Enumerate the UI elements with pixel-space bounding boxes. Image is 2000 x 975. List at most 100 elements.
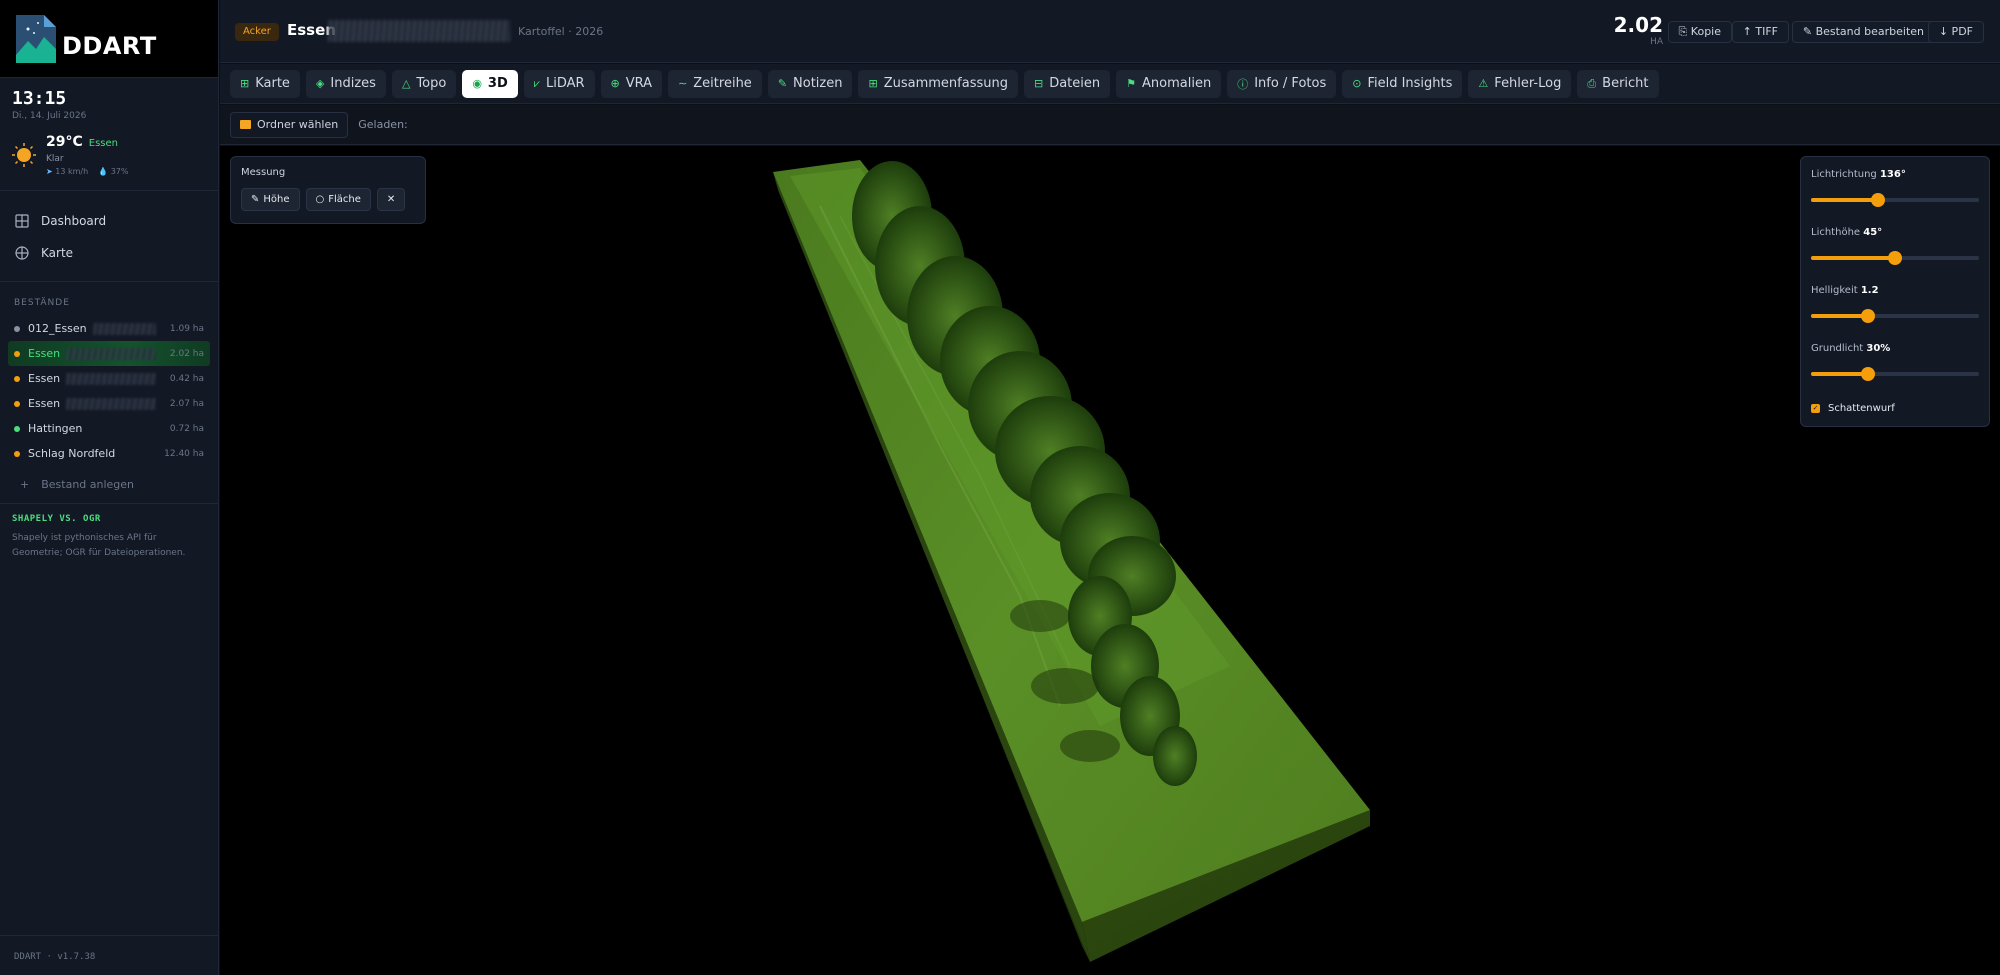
tab-label: Info / Fotos <box>1254 76 1327 91</box>
slider-handle[interactable] <box>1861 309 1876 323</box>
tab-zeitreihe[interactable]: ∼ Zeitreihe <box>668 69 762 98</box>
weather-wind: 13 km/h <box>55 167 89 176</box>
nav-item-label: Dashboard <box>41 214 107 228</box>
tab-icon: ⓘ <box>1237 77 1249 91</box>
stand-item[interactable]: Hattingen 0.72 ha <box>8 416 210 441</box>
stand-area: 1.09 ha <box>169 323 204 334</box>
tab-label: Field Insights <box>1367 76 1453 91</box>
app-name: DDART <box>62 31 157 60</box>
tab-bericht[interactable]: ⎙ Bericht <box>1577 69 1659 98</box>
tab-lidar[interactable]: ⩗ LiDAR <box>523 69 595 98</box>
tab-info-fotos[interactable]: ⓘ Info / Fotos <box>1227 69 1337 98</box>
stand-name: Schlag Nordfeld <box>28 447 116 460</box>
tab-label: Zusammenfassung <box>883 76 1008 91</box>
stand-item[interactable]: Essen 2.07 ha <box>8 391 210 416</box>
tab-label: VRA <box>625 76 653 91</box>
copy-button[interactable]: ⎘ Kopie <box>1667 21 1732 43</box>
tab-field-insights[interactable]: ⊙ Field Insights <box>1342 69 1463 98</box>
stand-area: 2.07 ha <box>169 398 204 409</box>
tab-vra[interactable]: ⊕ VRA <box>600 69 663 98</box>
wind-icon: ➤ <box>46 167 53 176</box>
plus-icon: + <box>20 478 30 491</box>
measure-close-button[interactable]: ✕ <box>376 188 406 211</box>
tab-karte[interactable]: ⊞ Karte <box>230 69 300 98</box>
tab-label: Indizes <box>330 76 376 91</box>
stand-item[interactable]: Essen 0.42 ha <box>8 366 210 391</box>
choose-folder-button[interactable]: Ordner wählen <box>230 111 349 138</box>
ddart-logo-icon <box>16 14 56 63</box>
brightness-value: 1.2 <box>1860 285 1879 296</box>
tab-label: Fehler-Log <box>1494 76 1562 91</box>
area-unit: HA <box>1650 37 1663 47</box>
ambient-light-slider[interactable] <box>1811 367 1979 381</box>
light-height-slider[interactable] <box>1811 251 1979 265</box>
stand-item[interactable]: Essen 2.02 ha <box>8 341 210 366</box>
tab-icon: ⚠ <box>1478 77 1489 90</box>
stands-list: 012_Essen 1.09 ha Essen 2.02 ha Essen 0.42 ha… <box>0 316 218 466</box>
loaded-label: Geladen: <box>358 118 408 131</box>
choose-folder-label: Ordner wählen <box>257 118 339 131</box>
tab-notizen[interactable]: ✎ Notizen <box>767 69 853 98</box>
nav-item-dashboard[interactable]: Dashboard <box>0 205 218 237</box>
add-stand-label: Bestand anlegen <box>41 478 135 491</box>
tab-fehler-log[interactable]: ⚠ Fehler-Log <box>1468 69 1572 98</box>
slider-handle[interactable] <box>1861 367 1876 381</box>
measurement-panel: Messung ✎ Höhe ○ Fläche ✕ <box>230 156 426 224</box>
app-version: DDART · v1.7.38 <box>0 935 218 975</box>
light-height-value: 45° <box>1863 227 1883 238</box>
slider-handle[interactable] <box>1888 251 1902 265</box>
tab-anomalien[interactable]: ⚑ Anomalien <box>1116 69 1222 98</box>
tab-topo[interactable]: △ Topo <box>391 69 457 98</box>
terrain-3d-model[interactable] <box>220 146 2000 975</box>
tab-label: Dateien <box>1049 76 1101 91</box>
measure-area-button[interactable]: ○ Fläche <box>305 188 371 211</box>
tab-label: Topo <box>416 76 447 91</box>
redacted-blur <box>66 397 156 410</box>
tab-label: Notizen <box>793 76 843 91</box>
tab-icon: ⎙ <box>1587 76 1597 90</box>
weather-city: Essen <box>88 138 118 149</box>
measure-height-button[interactable]: ✎ Höhe <box>241 188 300 211</box>
brightness-slider[interactable] <box>1811 309 1979 323</box>
measurement-title: Messung <box>241 167 286 178</box>
sidebar: DDART 13:15 Di., 14. Juli 2026 29°C Essen… <box>0 0 219 975</box>
slider-handle[interactable] <box>1871 193 1886 207</box>
checkbox-checked-icon[interactable]: ✓ <box>1811 404 1820 413</box>
stand-item[interactable]: 012_Essen 1.09 ha <box>8 316 210 341</box>
tab-indizes[interactable]: ◈ Indizes <box>305 69 386 98</box>
weather-widget: 29°C Essen Klar ➤ 13 km/h 💧 37% <box>12 131 206 176</box>
tip-title: SHAPELY VS. OGR <box>12 514 101 524</box>
grid-icon <box>15 214 29 228</box>
stand-item[interactable]: Schlag Nordfeld 12.40 ha <box>8 441 210 466</box>
status-dot <box>14 350 20 357</box>
status-dot <box>14 325 20 332</box>
export-pdf-button[interactable]: ↓ PDF <box>1927 21 1984 43</box>
stand-area: 0.42 ha <box>169 373 204 384</box>
shadow-toggle[interactable]: ✓ Schattenwurf <box>1811 403 1979 414</box>
light-height-label: Lichthöhe 45° <box>1811 227 1883 238</box>
tab-zusammenfassung[interactable]: ⊞ Zusammenfassung <box>858 69 1018 98</box>
export-tiff-button[interactable]: ↑ TIFF <box>1731 21 1789 43</box>
clock-date: Di., 14. Juli 2026 <box>12 111 87 121</box>
measure-area-label: Fläche <box>328 194 361 205</box>
tab-dateien[interactable]: ⊟ Dateien <box>1023 69 1111 98</box>
light-direction-slider[interactable] <box>1811 193 1979 207</box>
3d-viewport[interactable]: Messung ✎ Höhe ○ Fläche ✕ Lichtrichtung … <box>220 146 2000 975</box>
ruler-icon: ✎ <box>251 194 260 205</box>
tip-text: Shapely ist pythonisches API für Geometr… <box>12 533 186 558</box>
logo[interactable]: DDART <box>0 0 218 78</box>
tab-label: LiDAR <box>545 76 585 91</box>
redacted-blur <box>66 347 156 360</box>
add-stand-button[interactable]: + Bestand anlegen <box>0 466 218 504</box>
page-subtitle: Kartoffel · 2026 <box>518 25 604 38</box>
globe-icon <box>15 246 29 260</box>
light-direction-label: Lichtrichtung 136° <box>1811 169 1906 180</box>
tab-3d[interactable]: ◉ 3D <box>462 69 518 98</box>
edit-stand-button[interactable]: ✎ Bestand bearbeiten <box>1791 21 1935 43</box>
nav-item-karte[interactable]: Karte <box>0 237 218 269</box>
toolbar: Ordner wählen Geladen: <box>220 105 2000 145</box>
tab-icon: ⊞ <box>240 77 250 90</box>
polygon-icon: ○ <box>315 194 325 205</box>
weather-condition: Klar <box>46 154 64 164</box>
redacted-blur <box>66 372 156 385</box>
